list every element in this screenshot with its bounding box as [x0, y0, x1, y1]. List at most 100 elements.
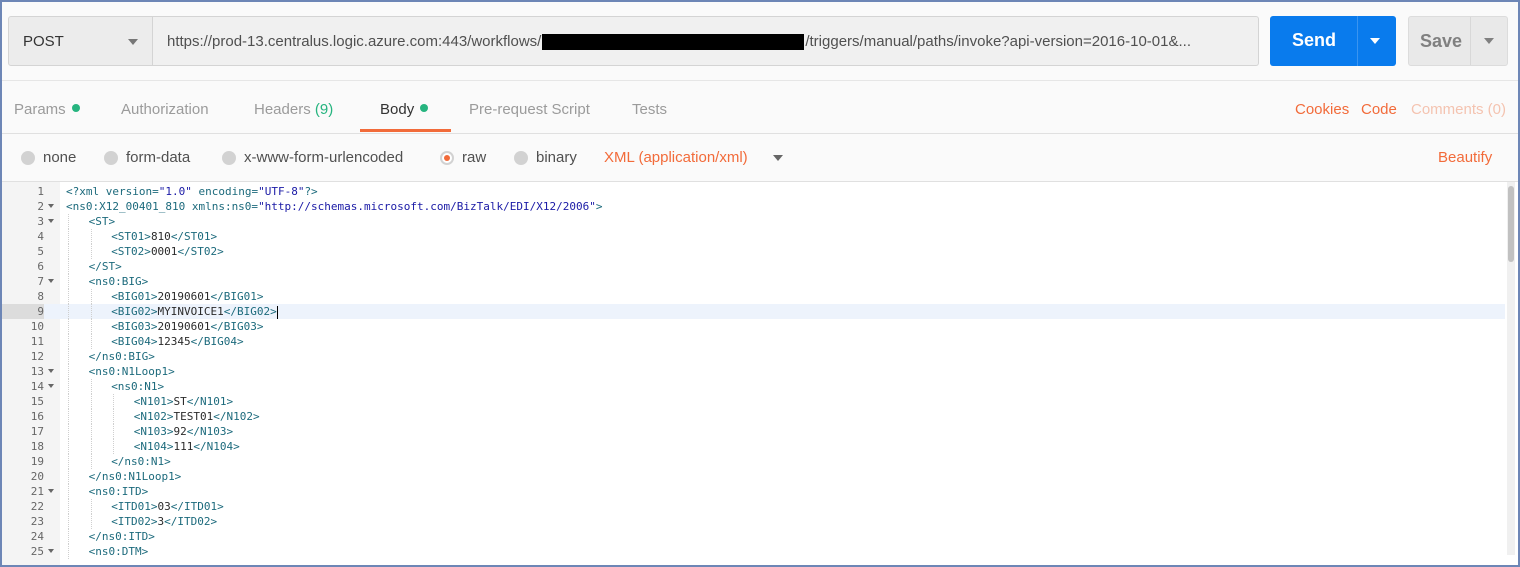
indent-guide: [90, 439, 92, 454]
code-editor[interactable]: 1 <?xml version="1.0" encoding="UTF-8"?> 2…: [2, 182, 1518, 565]
line-number: 21: [30, 485, 44, 498]
code-line[interactable]: 21 <ns0:ITD>: [2, 484, 1505, 499]
line-number: 12: [30, 350, 44, 363]
postman-window: POST https://prod-13.centralus.logic.azu…: [0, 0, 1520, 567]
radio-form-data[interactable]: form-data: [104, 149, 190, 166]
code-line[interactable]: 1 <?xml version="1.0" encoding="UTF-8"?>: [2, 184, 1505, 199]
code-line[interactable]: 9 <BIG02>MYINVOICE1</BIG02>: [2, 304, 1505, 319]
tab-pre-request-script[interactable]: Pre-request Script: [469, 101, 590, 118]
indent-guide: [68, 544, 69, 559]
code-text: <ST01>810</ST01>: [111, 230, 218, 243]
indent-guide: [90, 304, 92, 319]
indent-guide: [90, 379, 92, 394]
code-line[interactable]: 2 <ns0:X12_00401_810 xmlns:ns0="http://sc…: [2, 199, 1505, 214]
code-text: <BIG03>20190601</BIG03>: [111, 320, 264, 333]
code-link[interactable]: Code: [1361, 101, 1397, 118]
radio-raw[interactable]: raw: [440, 149, 486, 166]
gutter-cell: 9: [2, 304, 60, 319]
code-line[interactable]: 8 <BIG01>20190601</BIG01>: [2, 289, 1505, 304]
beautify-link[interactable]: Beautify: [1438, 149, 1492, 166]
send-button[interactable]: Send: [1270, 16, 1396, 66]
line-number: 13: [30, 365, 44, 378]
code-text: <ns0:X12_00401_810 xmlns:ns0="http://sch…: [66, 200, 603, 213]
indent-guide: [68, 334, 69, 349]
gutter-cell: 21: [2, 484, 60, 499]
radio-binary[interactable]: binary: [514, 149, 577, 166]
active-tab-indicator: [360, 129, 451, 132]
tab-body-label: Body: [380, 101, 415, 118]
code-line[interactable]: 5 <ST02>0001</ST02>: [2, 244, 1505, 259]
code-line[interactable]: 19 </ns0:N1>: [2, 454, 1505, 469]
code-text: </ST>: [88, 260, 122, 273]
save-button[interactable]: Save: [1408, 16, 1508, 66]
send-options-chevron-icon[interactable]: [1370, 38, 1380, 44]
code-line[interactable]: 22 <ITD01>03</ITD01>: [2, 499, 1505, 514]
code-line[interactable]: 24 </ns0:ITD>: [2, 529, 1505, 544]
indent-guide: [113, 439, 115, 454]
url-input[interactable]: https://prod-13.centralus.logic.azure.co…: [153, 16, 1259, 66]
indent-guide: [68, 499, 69, 514]
line-number: 1: [37, 185, 44, 198]
code-line[interactable]: 23 <ITD02>3</ITD02>: [2, 514, 1505, 529]
code-text: <BIG02>MYINVOICE1</BIG02>: [111, 305, 278, 319]
fold-arrow-icon[interactable]: [48, 489, 54, 493]
tab-body[interactable]: Body: [380, 101, 429, 118]
gutter-cell: 15: [2, 394, 60, 409]
tab-authorization[interactable]: Authorization: [121, 101, 209, 118]
fold-arrow-icon[interactable]: [48, 369, 54, 373]
chevron-down-icon[interactable]: [773, 155, 783, 161]
radio-none[interactable]: none: [21, 149, 76, 166]
gutter-cell: 4: [2, 229, 60, 244]
code-text: </ns0:ITD>: [88, 530, 155, 543]
indent-guide: [90, 409, 92, 424]
gutter-cell: 3: [2, 214, 60, 229]
code-text: <N103>92</N103>: [133, 425, 234, 438]
radio-x-www-form-urlencoded[interactable]: x-www-form-urlencoded: [222, 149, 403, 166]
indent-guide: [90, 499, 92, 514]
code-text: <ST02>0001</ST02>: [111, 245, 224, 258]
code-line[interactable]: 3 <ST>: [2, 214, 1505, 229]
line-number: 19: [30, 455, 44, 468]
method-select[interactable]: POST: [8, 16, 153, 66]
fold-arrow-icon[interactable]: [48, 204, 54, 208]
code-line[interactable]: 12 </ns0:BIG>: [2, 349, 1505, 364]
indent-guide: [68, 319, 69, 334]
code-line[interactable]: 11 <BIG04>12345</BIG04>: [2, 334, 1505, 349]
comments-link[interactable]: Comments (0): [1411, 101, 1506, 118]
gutter-cell: 14: [2, 379, 60, 394]
code-line[interactable]: 20 </ns0:N1Loop1>: [2, 469, 1505, 484]
code-line[interactable]: 18 <N104>111</N104>: [2, 439, 1505, 454]
code-line[interactable]: 17 <N103>92</N103>: [2, 424, 1505, 439]
indent-guide: [68, 424, 69, 439]
cookies-link[interactable]: Cookies: [1295, 101, 1349, 118]
code-line[interactable]: 25 <ns0:DTM>: [2, 544, 1505, 559]
tab-params[interactable]: Params: [14, 101, 80, 118]
line-number: 17: [30, 425, 44, 438]
vertical-scrollbar-thumb[interactable]: [1508, 186, 1514, 262]
code-line[interactable]: 14 <ns0:N1>: [2, 379, 1505, 394]
code-line[interactable]: 10 <BIG03>20190601</BIG03>: [2, 319, 1505, 334]
indent-guide: [68, 304, 69, 319]
code-line[interactable]: 13 <ns0:N1Loop1>: [2, 364, 1505, 379]
radio-icon: [514, 150, 528, 165]
code-line[interactable]: 16 <N102>TEST01</N102>: [2, 409, 1505, 424]
fold-arrow-icon[interactable]: [48, 219, 54, 223]
indent-guide: [68, 229, 69, 244]
indent-guide: [90, 229, 92, 244]
indent-guide: [68, 409, 69, 424]
fold-arrow-icon[interactable]: [48, 549, 54, 553]
code-line[interactable]: 7 <ns0:BIG>: [2, 274, 1505, 289]
indent-guide: [68, 244, 69, 259]
save-options-chevron-icon[interactable]: [1484, 38, 1494, 44]
tab-headers[interactable]: Headers (9): [254, 101, 333, 118]
radio-icon: [104, 150, 118, 165]
fold-arrow-icon[interactable]: [48, 384, 54, 388]
code-line[interactable]: 6 </ST>: [2, 259, 1505, 274]
code-line[interactable]: 15 <N101>ST</N101>: [2, 394, 1505, 409]
code-line[interactable]: 4 <ST01>810</ST01>: [2, 229, 1505, 244]
tab-tests[interactable]: Tests: [632, 101, 667, 118]
content-type-select[interactable]: XML (application/xml): [604, 149, 748, 166]
fold-arrow-icon[interactable]: [48, 279, 54, 283]
request-bar: POST https://prod-13.centralus.logic.azu…: [8, 16, 1510, 68]
indent-guide: [68, 379, 69, 394]
